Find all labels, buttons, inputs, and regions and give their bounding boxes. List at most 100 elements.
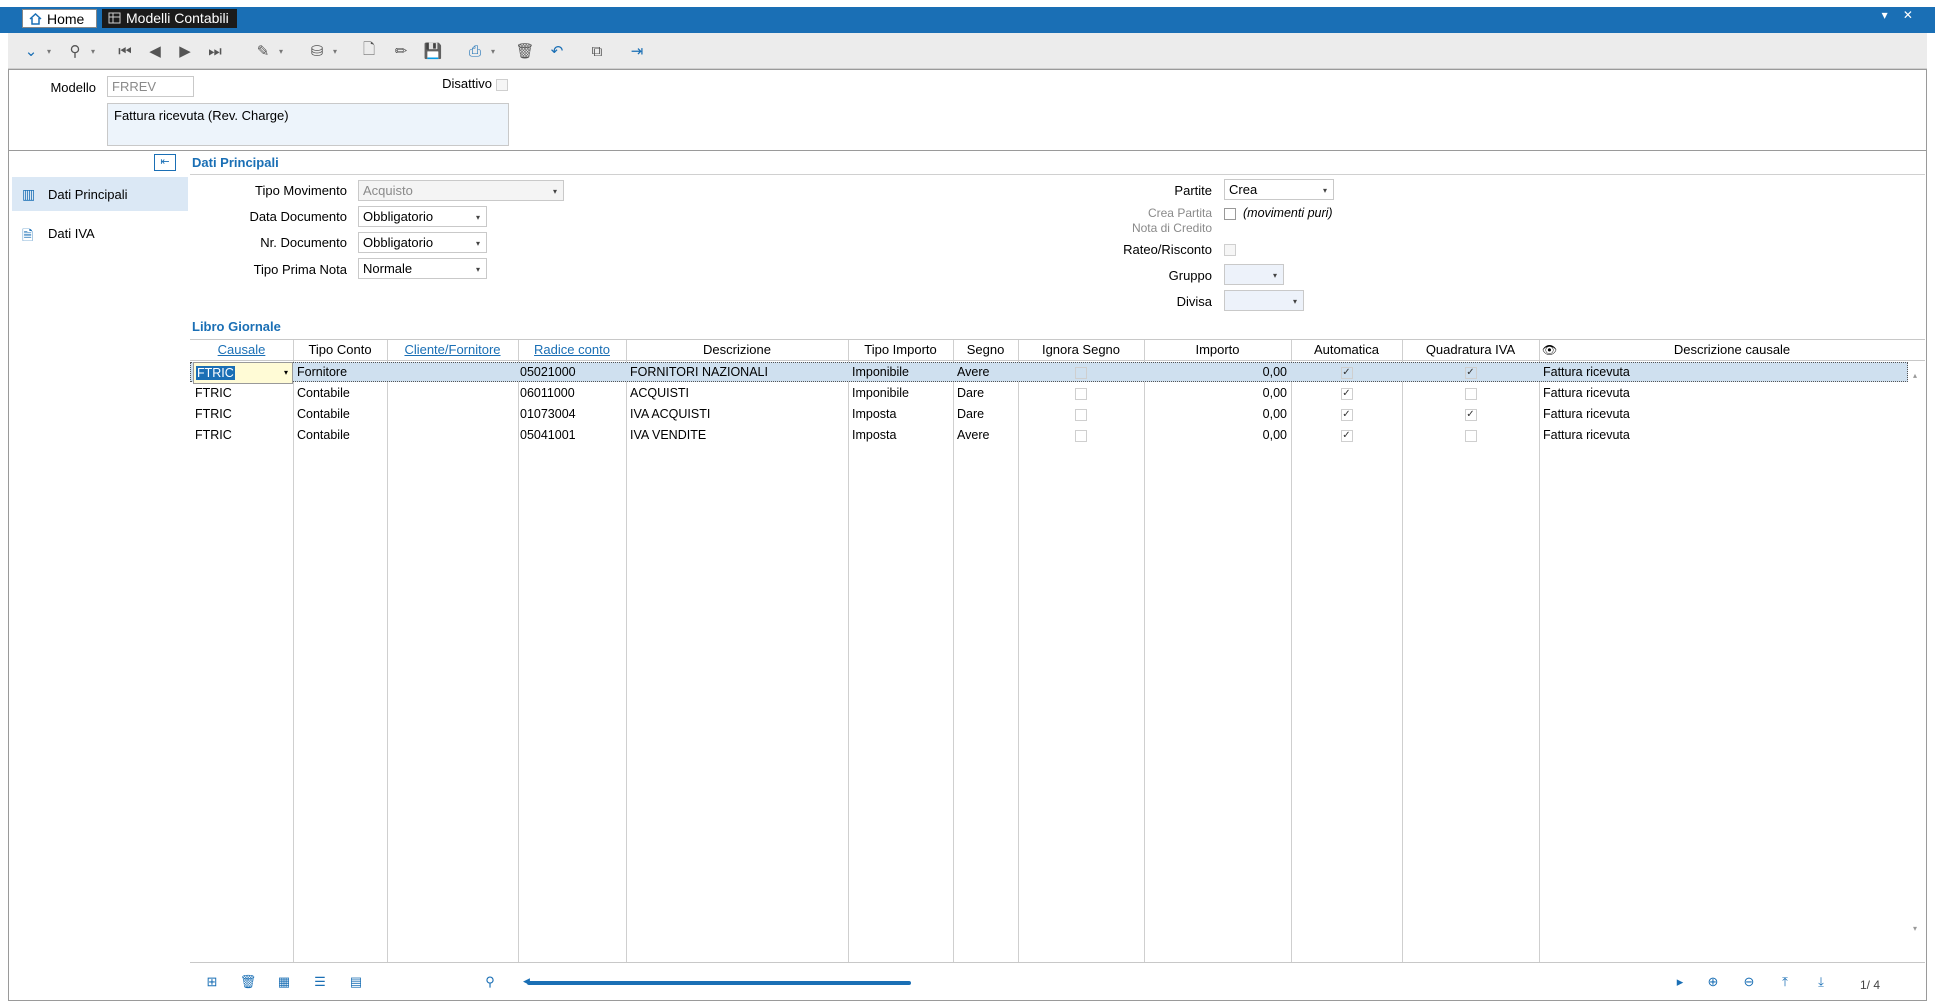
cell-descrizione[interactable]: IVA VENDITE [630, 425, 846, 445]
row-checkbox[interactable] [1464, 387, 1477, 400]
row-checkbox[interactable]: ✓ [1340, 387, 1353, 400]
cell-cliente[interactable] [391, 425, 516, 445]
modello-field[interactable]: FRREV [107, 76, 194, 97]
cell-cliente[interactable] [391, 362, 516, 382]
collapse-icon[interactable]: ⌄ ▾ [20, 40, 51, 62]
col-quadratura-iva[interactable]: Quadratura IVA [1402, 340, 1539, 361]
col-tipo-conto[interactable]: Tipo Conto [293, 340, 387, 361]
cell-quadratura[interactable] [1402, 383, 1539, 403]
scroll-up-icon[interactable]: ▴ [1913, 371, 1917, 380]
scroll-down-icon[interactable]: ▾ [1913, 924, 1917, 933]
scroll-right-icon[interactable]: ▸ [1670, 973, 1690, 991]
save-icon[interactable]: 💾 [422, 40, 444, 62]
cell-tipo-conto[interactable]: Contabile [297, 383, 385, 403]
cell-ignora[interactable] [1018, 404, 1144, 424]
cell-radice[interactable]: 06011000 [520, 383, 624, 403]
search-icon[interactable]: ⚲ ▾ [64, 40, 96, 62]
divisa-select[interactable]: ▾ [1224, 290, 1304, 311]
cell-tipo-conto[interactable]: Contabile [297, 404, 385, 424]
col-cliente-fornitore[interactable]: Cliente/Fornitore [387, 340, 518, 361]
crea-partita-checkbox[interactable] [1224, 208, 1236, 220]
cell-descrizione[interactable]: FORNITORI NAZIONALI [630, 362, 846, 382]
col-descrizione[interactable]: Descrizione [626, 340, 848, 361]
cell-quadratura[interactable] [1402, 425, 1539, 445]
cell-importo[interactable]: 0,00 [1144, 362, 1287, 382]
col-causale[interactable]: Causale [190, 340, 293, 361]
row-checkbox[interactable] [1075, 387, 1087, 400]
tab-modelli-contabili[interactable]: Modelli Contabili [102, 9, 237, 28]
table-view-icon[interactable]: ▦ [274, 973, 294, 991]
cell-segno[interactable]: Dare [957, 404, 1017, 424]
cell-automatica[interactable]: ✓ [1291, 362, 1402, 382]
cell-causale[interactable]: FTRIC [195, 383, 290, 403]
scroll-bottom-icon[interactable]: ⤓ [1811, 973, 1831, 991]
col-importo[interactable]: Importo [1144, 340, 1291, 361]
list-view-icon[interactable]: ☰ [310, 973, 330, 991]
cell-automatica[interactable]: ✓ [1291, 383, 1402, 403]
undo-icon[interactable]: ↶ [546, 40, 568, 62]
cell-automatica[interactable]: ✓ [1291, 404, 1402, 424]
cell-radice[interactable]: 01073004 [520, 404, 624, 424]
description-field[interactable]: Fattura ricevuta (Rev. Charge) [107, 103, 509, 146]
chevron-down-icon[interactable]: ▾ [284, 363, 288, 383]
cell-descrizione[interactable]: ACQUISTI [630, 383, 846, 403]
cell-cliente[interactable] [391, 404, 516, 424]
cell-importo[interactable]: 0,00 [1144, 383, 1287, 403]
next-record-icon[interactable]: ▶ [174, 40, 196, 62]
cell-segno[interactable]: Avere [957, 362, 1017, 382]
cell-ignora[interactable] [1018, 425, 1144, 445]
zoom-in-icon[interactable]: ⊕ [1703, 973, 1723, 991]
first-record-icon[interactable]: ⏮ [114, 40, 136, 62]
cell-importo[interactable]: 0,00 [1144, 425, 1287, 445]
edit-icon[interactable]: ✏ [390, 40, 412, 62]
copy-icon[interactable]: ⧉ [586, 40, 608, 62]
row-checkbox[interactable] [1464, 429, 1477, 442]
detail-view-icon[interactable]: ▤ [346, 973, 366, 991]
cell-desc-causale[interactable]: Fattura ricevuta [1543, 425, 1923, 445]
cell-causale[interactable]: FTRIC [195, 404, 290, 424]
horizontal-scrollbar[interactable] [527, 981, 911, 985]
rateo-risconto-checkbox[interactable] [1224, 244, 1236, 256]
cell-tipo-importo[interactable]: Imponibile [852, 383, 952, 403]
cell-ignora[interactable] [1018, 383, 1144, 403]
cell-tipo-conto[interactable]: Contabile [297, 425, 385, 445]
col-tipo-importo[interactable]: Tipo Importo [848, 340, 953, 361]
sidebar-item-dati-iva[interactable]: 🗎 Dati IVA [12, 216, 188, 250]
prev-record-icon[interactable]: ◀ [144, 40, 166, 62]
eye-icon[interactable]: 👁 [1542, 343, 1557, 357]
tab-home[interactable]: Home [22, 9, 97, 28]
database-icon[interactable]: ⛁ ▾ [306, 40, 337, 62]
row-checkbox[interactable]: ✓ [1340, 366, 1353, 379]
row-checkbox[interactable] [1075, 429, 1087, 442]
col-segno[interactable]: Segno [953, 340, 1018, 361]
search-icon[interactable]: ⚲ [480, 973, 500, 991]
new-document-icon[interactable]: 🗋 [358, 40, 380, 62]
row-checkbox[interactable]: ✓ [1464, 366, 1477, 379]
last-record-icon[interactable]: ⏭ [204, 40, 226, 62]
cell-segno[interactable]: Dare [957, 383, 1017, 403]
delete-icon[interactable]: 🗑 [514, 40, 536, 62]
gruppo-select[interactable]: ▾ [1224, 264, 1284, 285]
add-row-icon[interactable]: ⊞ [202, 973, 222, 991]
col-automatica[interactable]: Automatica [1291, 340, 1402, 361]
exit-icon[interactable]: ⇥ [626, 40, 648, 62]
col-ignora-segno[interactable]: Ignora Segno [1018, 340, 1144, 361]
cell-desc-causale[interactable]: Fattura ricevuta [1543, 383, 1923, 403]
print-icon[interactable]: ⎙ ▾ [464, 40, 495, 62]
scroll-left-icon[interactable]: ◀ [523, 976, 530, 987]
row-checkbox[interactable]: ✓ [1464, 408, 1477, 421]
partite-select[interactable]: Crea ▾ [1224, 179, 1334, 200]
col-descrizione-causale[interactable]: Descrizione causale [1539, 340, 1925, 361]
tipo-prima-nota-select[interactable]: Normale ▾ [358, 258, 487, 279]
row-checkbox[interactable]: ✓ [1340, 429, 1353, 442]
cell-desc-causale[interactable]: Fattura ricevuta [1543, 404, 1923, 424]
delete-row-icon[interactable]: 🗑 [238, 973, 258, 991]
wand-icon[interactable]: ✎ ▾ [252, 40, 283, 62]
cell-tipo-importo[interactable]: Imponibile [852, 362, 952, 382]
cell-tipo-importo[interactable]: Imposta [852, 404, 952, 424]
cell-descrizione[interactable]: IVA ACQUISTI [630, 404, 846, 424]
cell-quadratura[interactable]: ✓ [1402, 362, 1539, 382]
cell-radice[interactable]: 05021000 [520, 362, 624, 382]
row-checkbox[interactable] [1075, 366, 1087, 379]
cell-desc-causale[interactable]: Fattura ricevuta [1543, 362, 1923, 382]
